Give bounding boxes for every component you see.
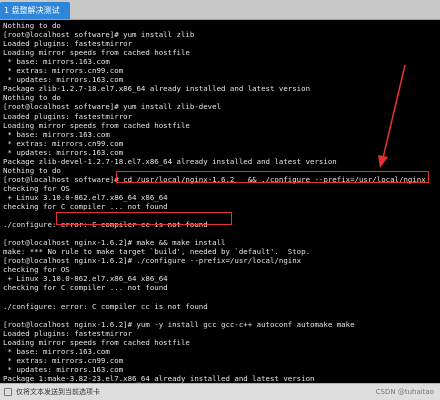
send-text-icon[interactable]: [4, 388, 12, 396]
terminal-line: ./configure: error: C compiler cc is not…: [3, 301, 208, 311]
tab-session[interactable]: 1 盘整解决测试: [0, 2, 70, 19]
terminal-output[interactable]: Nothing to do [root@localhost software]# …: [0, 20, 440, 383]
highlight-configure-command: [116, 171, 429, 183]
terminal-line: checking for C compiler ... not found: [3, 283, 168, 293]
tab-bar: 1 盘整解决测试: [0, 0, 440, 20]
status-text: 仅将文本发送到当前选项卡: [16, 388, 100, 396]
status-bar: 仅将文本发送到当前选项卡 CSDN @tuhaitao: [0, 383, 440, 400]
terminal-line: Package 1:make-3.82-23.el7.x86_64 alread…: [3, 373, 315, 383]
terminal-line: checking for C compiler ... not found: [3, 202, 168, 211]
watermark: CSDN @tuhaitao: [375, 388, 434, 396]
highlight-compiler-error: [56, 212, 232, 225]
